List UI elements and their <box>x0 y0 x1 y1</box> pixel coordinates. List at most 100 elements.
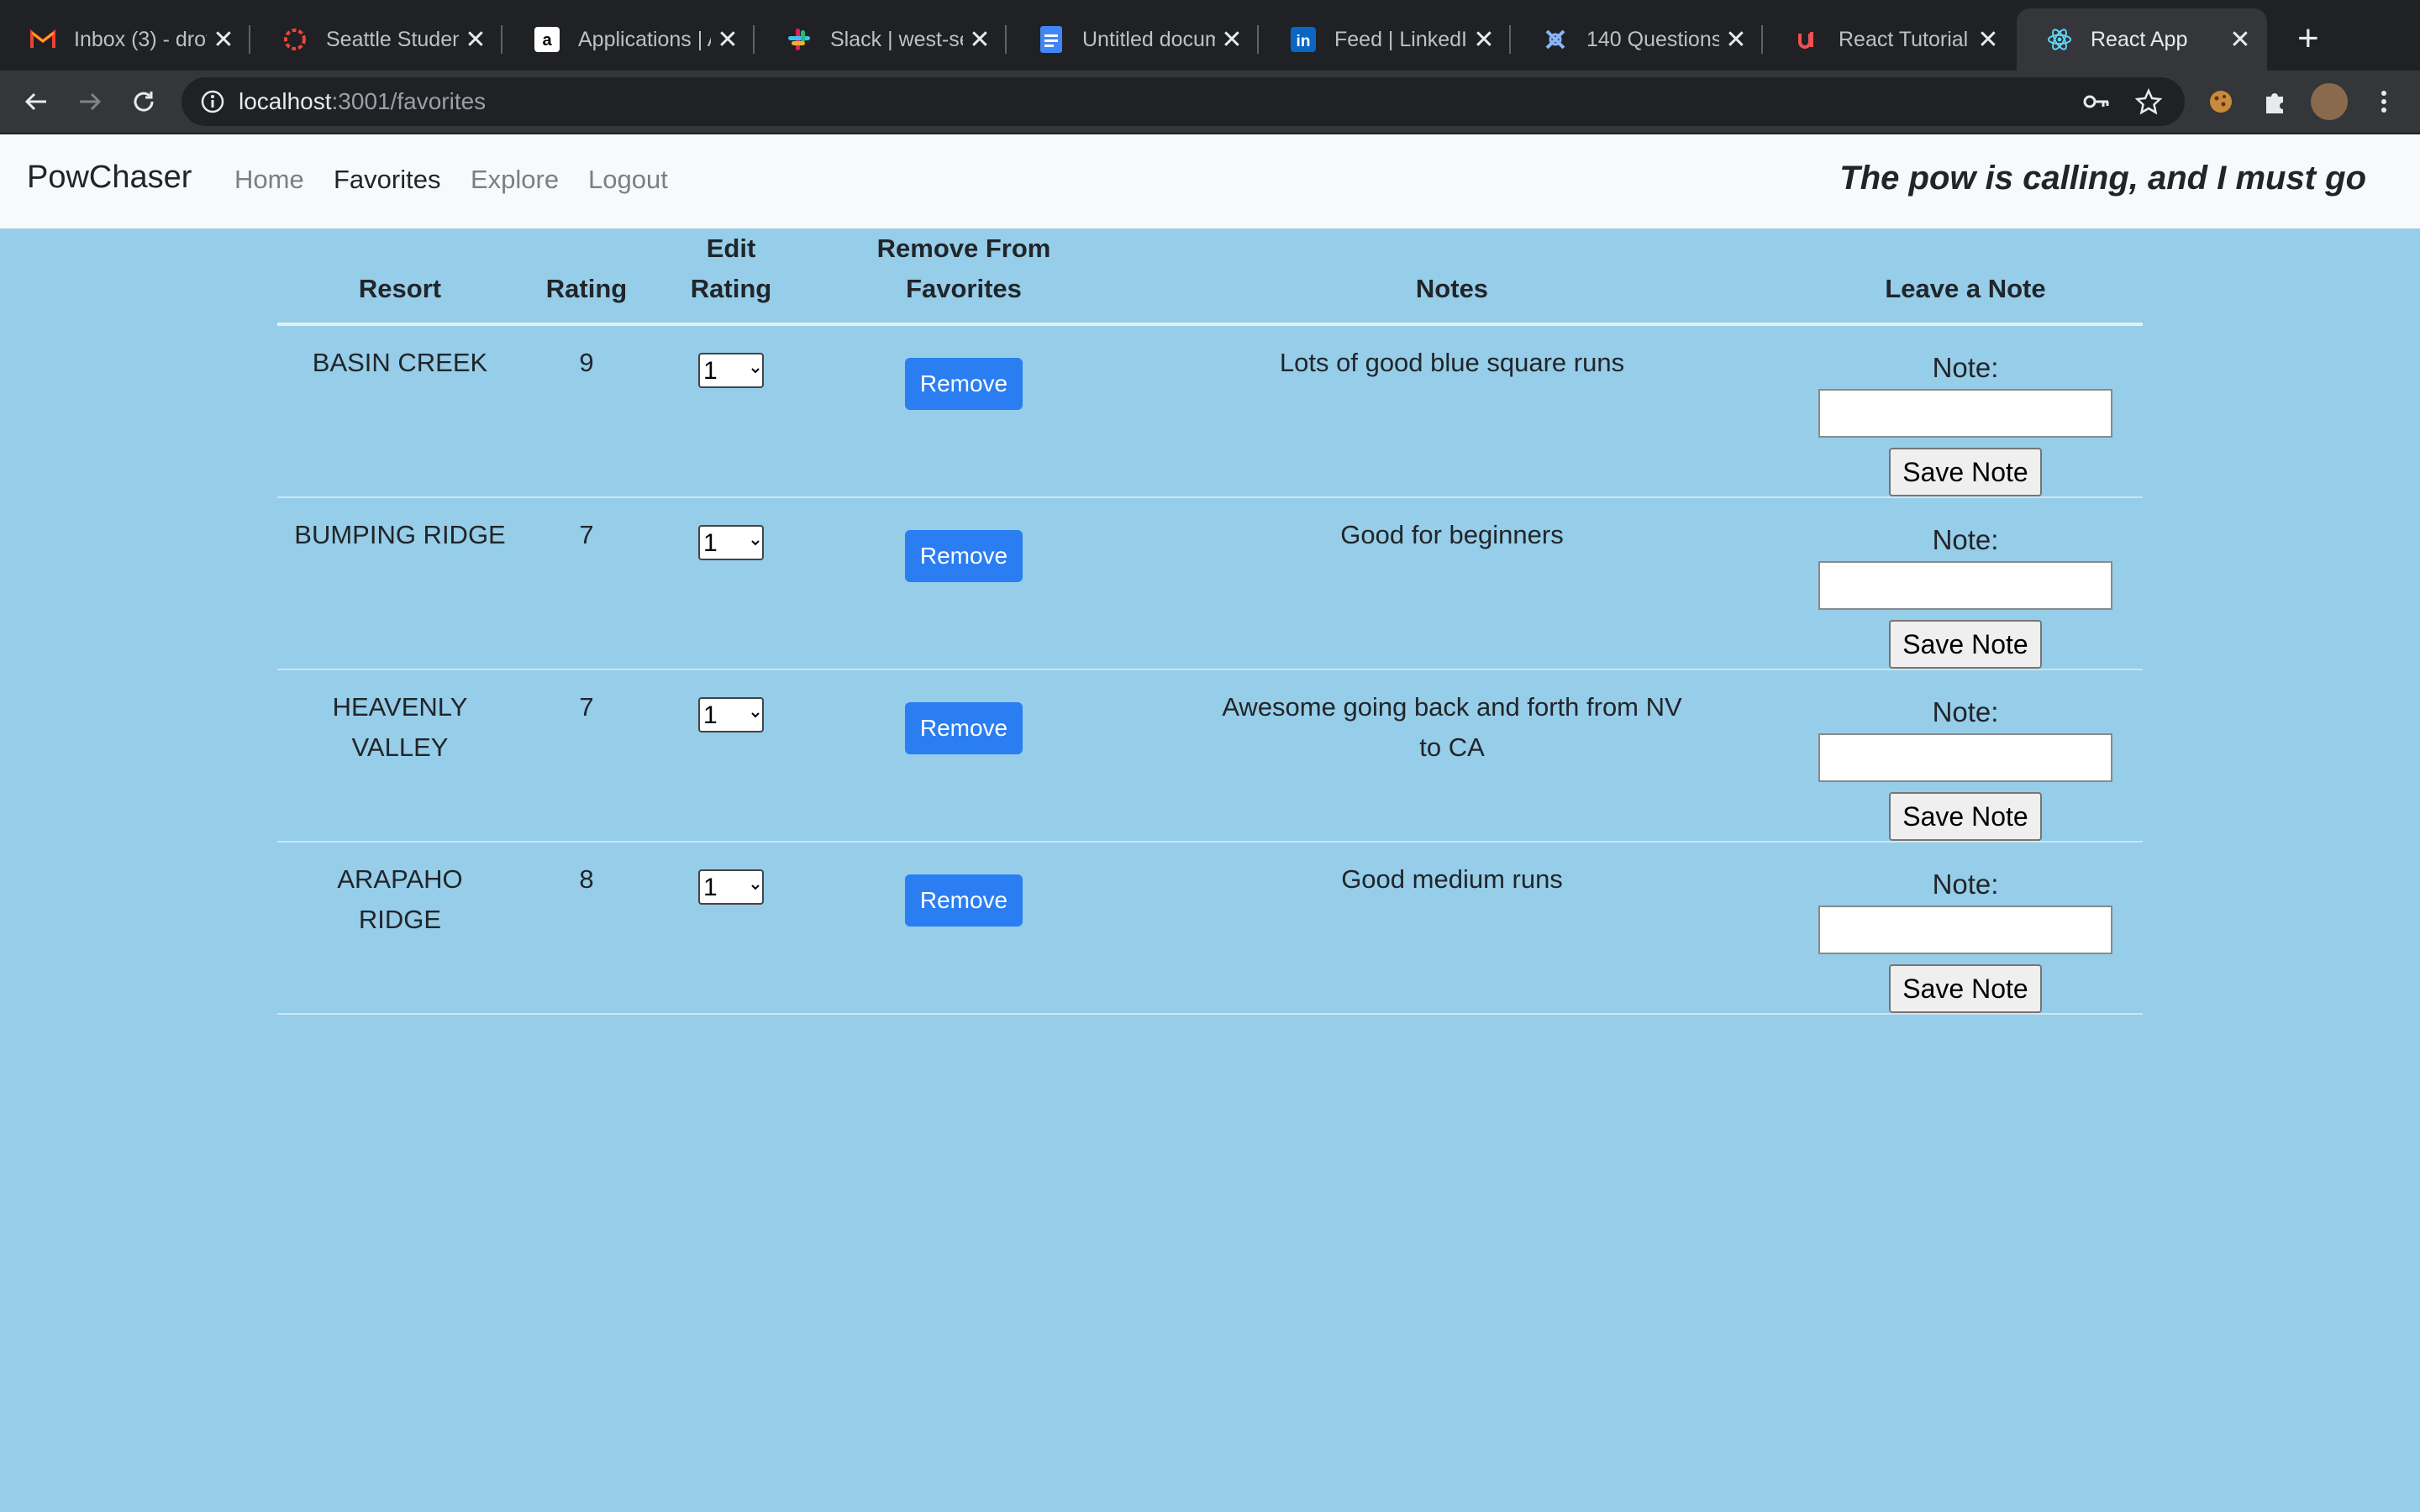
tab-react-app[interactable]: React App ✕ <box>2017 8 2267 71</box>
leave-note-cell: Note: Save Note <box>1788 669 2143 842</box>
tab-docs[interactable]: Untitled docum ✕ <box>1008 8 1259 71</box>
url-host: localhost <box>239 88 332 114</box>
tab-title: Untitled docum <box>1082 27 1215 51</box>
note-input[interactable] <box>1818 561 2112 610</box>
rating-select[interactable]: 1 <box>698 353 764 388</box>
rating-select[interactable]: 1 <box>698 525 764 560</box>
tab-divider <box>753 25 755 54</box>
resort-rating: 7 <box>579 692 594 722</box>
forward-icon[interactable] <box>71 82 109 121</box>
tab-seattle[interactable]: Seattle Student ✕ <box>252 8 502 71</box>
note-label: Note: <box>1932 696 1999 727</box>
nav-favorites[interactable]: Favorites <box>334 165 440 195</box>
resort-notes: Awesome going back and forth from NV to C… <box>1222 692 1682 762</box>
note-label: Note: <box>1932 869 1999 900</box>
tab-title: Applications | A <box>578 27 711 51</box>
nav-logout[interactable]: Logout <box>588 165 668 195</box>
docs-icon <box>1039 26 1064 53</box>
resort-notes: Good medium runs <box>1341 864 1563 894</box>
tab-divider <box>501 25 502 54</box>
close-icon[interactable]: ✕ <box>2223 25 2257 55</box>
resort-rating: 7 <box>579 520 594 549</box>
resort-rating: 8 <box>579 864 594 894</box>
amazon-icon: a <box>534 27 560 52</box>
address-bar[interactable]: localhost:3001/favorites <box>182 77 2185 126</box>
close-icon[interactable]: ✕ <box>1215 25 1249 55</box>
tab-linkedin[interactable]: in Feed | LinkedIn ✕ <box>1260 8 1511 71</box>
header-edit-rating: Edit Rating <box>690 234 772 303</box>
tab-udemy[interactable]: React Tutorial a ✕ <box>1765 8 2015 71</box>
resort-rating: 9 <box>579 348 594 377</box>
note-input[interactable] <box>1818 389 2112 438</box>
profile-avatar[interactable] <box>2311 83 2348 120</box>
table-row: BASIN CREEK 9 1 Remove Lots of good blue… <box>277 324 2143 497</box>
save-note-button[interactable]: Save Note <box>1889 792 2042 841</box>
rating-select[interactable]: 1 <box>698 697 764 732</box>
save-note-button[interactable]: Save Note <box>1889 964 2042 1013</box>
remove-button[interactable]: Remove <box>905 874 1023 927</box>
save-note-button[interactable]: Save Note <box>1889 448 2042 496</box>
svg-text:in: in <box>1297 33 1311 50</box>
linkedin-icon: in <box>1291 27 1316 52</box>
close-icon[interactable]: ✕ <box>1467 25 1501 55</box>
header-rating: Rating <box>545 274 628 303</box>
edit-rating-cell: 1 <box>650 497 812 669</box>
header-remove-from-favorites: Remove From Favorites <box>876 234 1051 303</box>
tab-divider <box>1509 25 1511 54</box>
close-icon[interactable]: ✕ <box>711 25 744 55</box>
tab-divider <box>249 25 250 54</box>
browser-toolbar: localhost:3001/favorites <box>0 71 2420 134</box>
star-icon[interactable] <box>2129 82 2168 121</box>
info-icon[interactable] <box>200 89 225 118</box>
tab-title: 140 Questions <box>1586 27 1719 51</box>
remove-button[interactable]: Remove <box>905 358 1023 410</box>
note-input[interactable] <box>1818 906 2112 954</box>
cookie-extension-icon[interactable] <box>2202 82 2240 121</box>
slack-icon <box>786 27 812 52</box>
save-note-button[interactable]: Save Note <box>1889 620 2042 669</box>
note-label: Note: <box>1932 524 1999 555</box>
leave-note-cell: Note: Save Note <box>1788 842 2143 1014</box>
remove-cell: Remove <box>812 324 1116 497</box>
close-icon[interactable]: ✕ <box>1971 25 2005 55</box>
back-icon[interactable] <box>17 82 55 121</box>
tab-slack[interactable]: Slack | west-se ✕ <box>756 8 1007 71</box>
key-icon[interactable] <box>2077 82 2116 121</box>
resort-notes: Good for beginners <box>1340 520 1564 549</box>
puzzle-extensions-icon[interactable] <box>2255 82 2294 121</box>
close-icon[interactable]: ✕ <box>207 25 240 55</box>
nav-home[interactable]: Home <box>234 165 304 195</box>
tab-divider <box>1761 25 1763 54</box>
tab-gmail[interactable]: Inbox (3) - drot ✕ <box>0 8 250 71</box>
remove-cell: Remove <box>812 842 1116 1014</box>
note-input[interactable] <box>1818 733 2112 782</box>
remove-button[interactable]: Remove <box>905 530 1023 582</box>
favorites-table: Resort Rating Edit Rating Remove From Favo… <box>277 228 2143 1015</box>
table-header-row: Resort Rating Edit Rating Remove From Favo… <box>277 228 2143 324</box>
close-icon[interactable]: ✕ <box>459 25 492 55</box>
tab-divider <box>1257 25 1259 54</box>
close-icon[interactable]: ✕ <box>1719 25 1753 55</box>
tab-amazon[interactable]: a Applications | A ✕ <box>504 8 755 71</box>
close-icon[interactable]: ✕ <box>963 25 997 55</box>
nav-explore[interactable]: Explore <box>471 165 559 195</box>
more-menu-icon[interactable] <box>2365 82 2403 121</box>
reload-icon[interactable] <box>124 82 163 121</box>
table-row: ARAPAHO RIDGE 8 1 Remove Good medium runs… <box>277 842 2143 1014</box>
new-tab-icon[interactable]: + <box>2297 20 2319 57</box>
resort-notes: Lots of good blue square runs <box>1279 348 1625 377</box>
tab-title: Feed | LinkedIn <box>1334 27 1467 51</box>
tab-title: Seattle Student <box>326 27 459 51</box>
tab-title: Inbox (3) - drot <box>74 27 207 51</box>
tab-questions[interactable]: 140 Questions ✕ <box>1512 8 1763 71</box>
remove-button[interactable]: Remove <box>905 702 1023 754</box>
react-icon <box>2047 27 2072 52</box>
table-row: HEAVENLY VALLEY 7 1 Remove Awesome going … <box>277 669 2143 842</box>
resort-name: BASIN CREEK <box>312 348 488 377</box>
rating-select[interactable]: 1 <box>698 869 764 905</box>
tab-title: Slack | west-se <box>830 27 963 51</box>
leave-note-cell: Note: Save Note <box>1788 497 2143 669</box>
note-label: Note: <box>1932 352 1999 383</box>
questions-icon <box>1543 27 1568 52</box>
brand-logo-text[interactable]: PowChaser <box>27 160 192 196</box>
